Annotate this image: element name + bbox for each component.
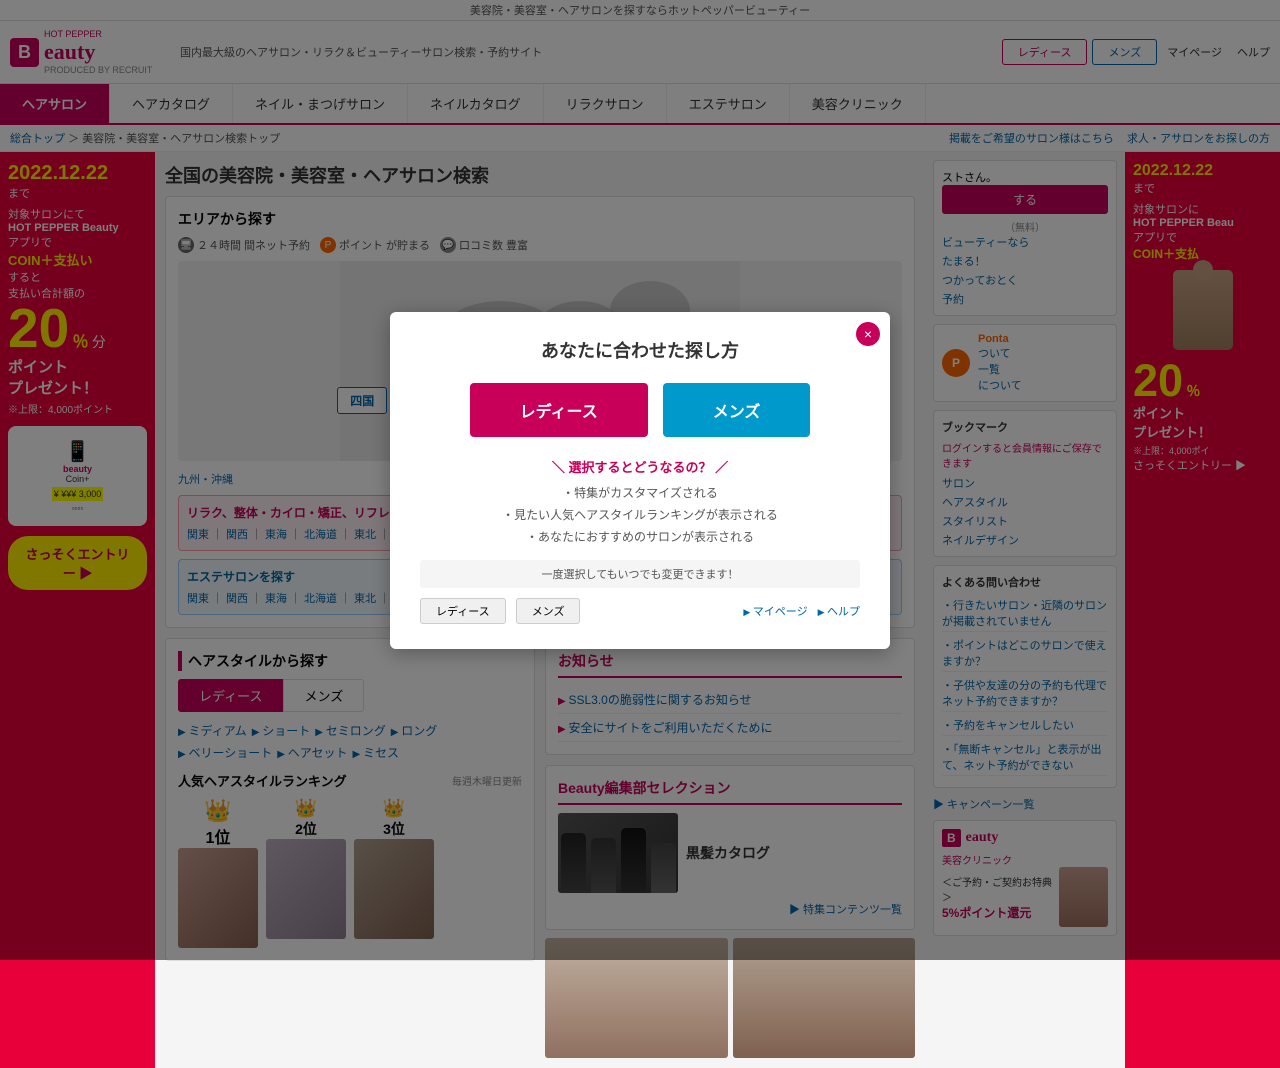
modal-footer-help-link[interactable]: ヘルプ [818, 603, 860, 619]
modal-title: あなたに合わせた探し方 [420, 337, 860, 363]
modal-gender-buttons: レディース メンズ [420, 383, 860, 437]
modal-footer-ladies-btn[interactable]: レディース [420, 598, 506, 624]
modal-mens-button[interactable]: メンズ [663, 383, 811, 437]
modal-info: ＼ 選択するとどうなるの？ ／ 特集がカスタマイズされる 見たい人気ヘアスタイル… [420, 457, 860, 545]
modal-ladies-button[interactable]: レディース [470, 383, 648, 437]
modal-info-item-2: あなたにおすすめのサロンが表示される [420, 528, 860, 545]
modal-footer-mypage-link[interactable]: マイページ [743, 603, 807, 619]
modal-footer-links: マイページ ヘルプ [743, 603, 860, 619]
modal-info-title: ＼ 選択するとどうなるの？ ／ [420, 457, 860, 476]
modal-footer-buttons: レディース メンズ [420, 598, 580, 624]
modal-close-button[interactable]: × [856, 322, 880, 346]
modal-info-item-1: 見たい人気ヘアスタイルランキングが表示される [420, 506, 860, 523]
modal-footer: レディース メンズ マイページ ヘルプ [420, 598, 860, 624]
modal-footer-mens-btn[interactable]: メンズ [516, 598, 581, 624]
modal-overlay[interactable]: × あなたに合わせた探し方 レディース メンズ ＼ 選択するとどうなるの？ ／ … [0, 0, 1280, 960]
modal-note: 一度選択してもいつでも変更できます！ [420, 560, 860, 588]
modal-info-item-0: 特集がカスタマイズされる [420, 484, 860, 501]
modal-box: × あなたに合わせた探し方 レディース メンズ ＼ 選択するとどうなるの？ ／ … [390, 312, 890, 649]
